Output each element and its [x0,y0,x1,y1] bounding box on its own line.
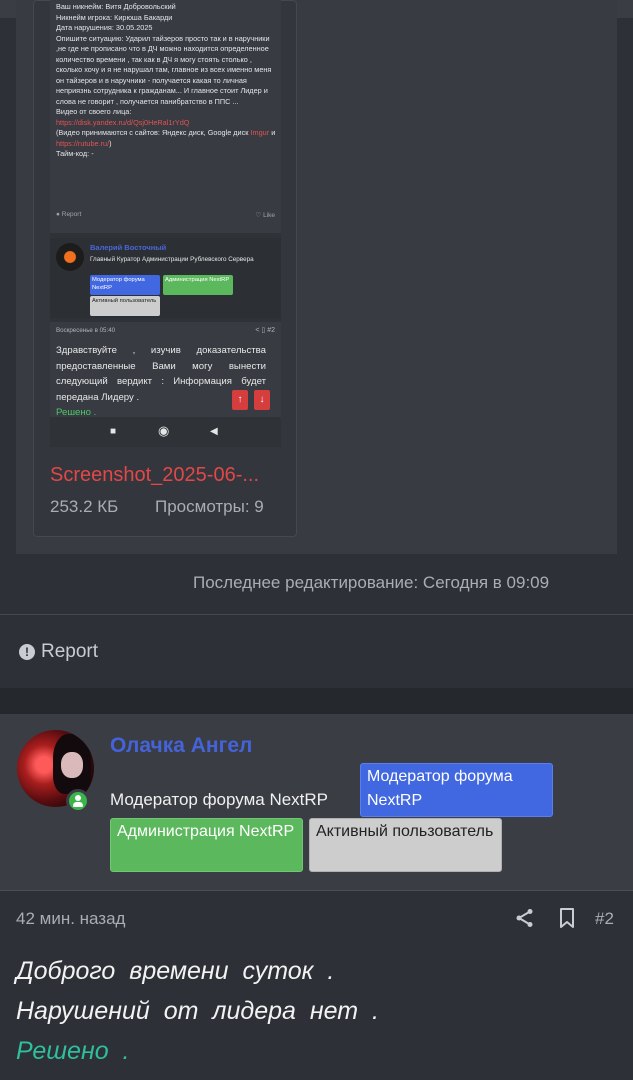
thumb-back-icon: ◀ [210,426,218,437]
thumb-report: Report [61,211,82,218]
divider [0,614,633,615]
last-edit-note: Последнее редактирование: Сегодня в 09:0… [193,573,550,592]
attachment-filename[interactable]: Screenshot_2025-06-... [50,464,282,487]
thumb-line: Ваш никнейм: Витя Добровольский [56,2,176,11]
thumb-curator-name: Валерий Восточный [90,243,167,252]
thumb-recents-icon: ■ [110,426,117,437]
online-status-icon [66,789,90,813]
post-message: Доброго времени суток . Нарушений от лид… [16,951,616,1071]
thumb-video-link: https://disk.yandex.ru/d/Qsj0HeRal1rYdQ [56,117,190,127]
attachment-thumbnail[interactable]: Ваш никнейм: Витя Добровольский Никнейм … [50,0,281,447]
attachment-size: 253.2 КБ [50,497,119,516]
badge-active-user: Активный пользователь [309,818,502,872]
thumb-curator-avatar [56,243,84,271]
thumb-like-icon: ♡ [255,212,262,219]
thumb-badge-active: Активный пользователь [90,296,160,316]
share-icon[interactable] [513,906,537,930]
bookmark-icon[interactable] [555,906,579,930]
thumb-home-icon: ◉ [158,423,170,438]
divider [0,890,633,891]
thumb-reply-num: #2 [267,327,275,334]
badge-moderator: Модератор форума NextRP [360,763,553,817]
message-line: Нарушений от лидера нет . [16,997,379,1025]
post-time[interactable]: 42 мин. назад [16,909,125,929]
report-button[interactable]: ! Report [19,641,98,663]
thumb-share-icon: < [255,327,260,334]
thumb-timecode: Тайм-код: - [56,149,94,158]
thumb-line: Дата нарушения: 30.05.2025 [56,23,153,32]
post-number[interactable]: #2 [595,909,614,929]
report-label: Report [41,641,99,662]
thumb-line: Видео от своего лица: [56,107,132,116]
post-separator [0,688,633,714]
thumb-reply: Воскресенье в 05:40 < ▯ #2 Здравствуйте … [50,322,281,418]
thumb-like: Like [263,212,275,219]
thumb-badge-admin: Администрация NextRP [163,275,233,295]
thumb-sites-pre: (Видео принимаются с сайтов: Яндекс диск… [56,128,249,137]
user-title: Модератор форума NextRP [110,790,329,809]
thumb-android-navbar: ■ ◉ ◀ [50,417,281,447]
badge-administration: Администрация NextRP [110,818,303,872]
thumb-scroll-up-icon: ↑ [232,390,248,410]
thumb-line: Опишите ситуацию: Ударил тайзеров просто… [56,33,272,106]
thumb-reply-time: Воскресенье в 05:40 [56,327,116,334]
thumb-imgur: Imgur [250,128,270,137]
alert-icon: ! [19,644,35,660]
thumb-bookmark-icon: ▯ [261,327,266,334]
thumb-report-icon: ● [56,211,60,218]
thumb-scroll-down-icon: ↓ [254,390,270,410]
username-link[interactable]: Олачка Ангел [110,734,252,758]
thumb-line: Никнейм игрока: Кирюша Бакарди [56,12,173,22]
thumb-rutube: https://rutube.ru/ [56,138,110,148]
thumb-post: Ваш никнейм: Витя Добровольский Никнейм … [50,0,281,233]
thumb-curator-block: Валерий Восточный Главный Куратор Админи… [50,238,281,318]
attachment-views: Просмотры: 9 [155,497,264,516]
message-line: Доброго времени суток . [16,957,335,985]
thumb-curator-role: Главный Куратор Администрации Рублевског… [90,256,254,263]
thumb-and: и [271,128,276,137]
resolved-status: Решено . [16,1037,130,1065]
thumb-badge-moderator: Модератор форума NextRP [90,275,160,295]
thumb-sites-post: ) [109,138,112,148]
